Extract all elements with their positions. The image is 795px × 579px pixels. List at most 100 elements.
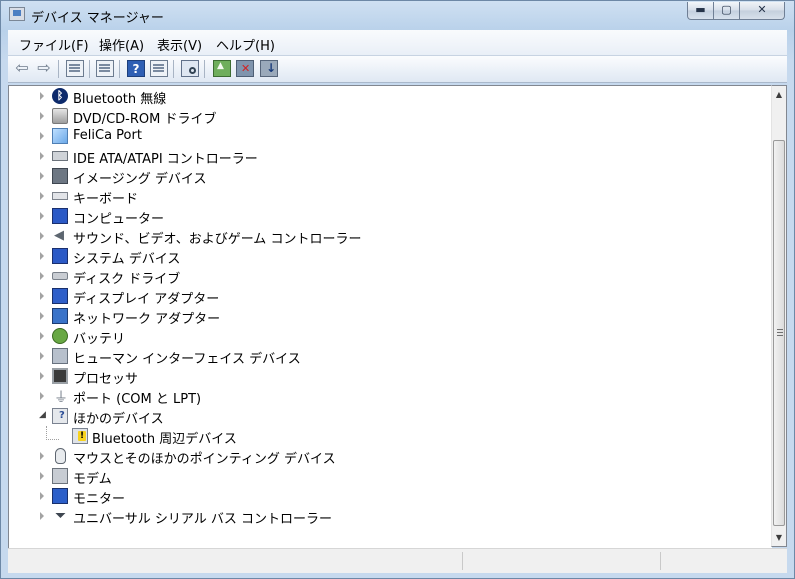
expand-arrow-icon[interactable]	[40, 452, 44, 460]
port-icon	[52, 387, 68, 407]
ide-controller-icon	[52, 151, 68, 161]
keyboard-icon	[52, 192, 68, 200]
tree-item-processor[interactable]: プロセッサ	[9, 366, 769, 387]
menu-bar: ファイル(F) 操作(A) 表示(V) ヘルプ(H)	[8, 30, 787, 56]
tree-item-label: Bluetooth 周辺デバイス	[92, 432, 237, 447]
tree-item-label: コンピューター	[73, 212, 165, 227]
tree-item-label: FeliCa Port	[73, 128, 142, 143]
scroll-up-arrow-icon[interactable]: ▲	[772, 86, 786, 103]
status-bar	[8, 548, 787, 573]
menu-action[interactable]: 操作(A)	[99, 35, 144, 54]
bluetooth-icon: ᛒ	[52, 88, 68, 104]
tree-item-sound[interactable]: サウンド、ビデオ、およびゲーム コントローラー	[9, 226, 769, 247]
maximize-button[interactable]: ▢	[713, 2, 740, 20]
scroll-thumb[interactable]	[773, 140, 785, 526]
expand-arrow-icon[interactable]	[40, 152, 44, 160]
expand-arrow-icon[interactable]	[40, 252, 44, 260]
tree-item-usb[interactable]: ユニバーサル シリアル バス コントローラー	[9, 506, 769, 527]
expand-arrow-icon[interactable]	[40, 132, 44, 140]
tree-item-label: サウンド、ビデオ、およびゲーム コントローラー	[73, 232, 362, 247]
uninstall-device-icon[interactable]	[260, 60, 278, 77]
expand-arrow-icon[interactable]	[40, 232, 44, 240]
expand-arrow-icon[interactable]	[40, 492, 44, 500]
expand-arrow-icon[interactable]	[40, 172, 44, 180]
toolbar-separator	[89, 60, 90, 78]
tree-item-network[interactable]: ネットワーク アダプター	[9, 306, 769, 327]
battery-icon	[52, 328, 68, 344]
device-manager-icon	[9, 7, 25, 21]
properties-icon[interactable]	[96, 60, 114, 77]
menu-view[interactable]: 表示(V)	[157, 35, 202, 54]
modem-icon	[52, 468, 68, 484]
other-devices-icon	[52, 408, 68, 424]
forward-icon[interactable]: ⇨	[35, 60, 53, 77]
tree-item-keyboard[interactable]: キーボード	[9, 186, 769, 207]
tree-item-display[interactable]: ディスプレイ アダプター	[9, 286, 769, 307]
tree-item-ide[interactable]: IDE ATA/ATAPI コントローラー	[9, 146, 769, 167]
processor-icon	[52, 368, 68, 384]
collapse-arrow-icon[interactable]: ◢	[39, 410, 46, 420]
toolbar-separator	[58, 60, 59, 78]
window-title: デバイス マネージャー	[31, 11, 164, 26]
tree-item-label: Bluetooth 無線	[73, 92, 167, 107]
expand-arrow-icon[interactable]	[40, 272, 44, 280]
monitor-icon	[52, 488, 68, 504]
mouse-icon	[55, 448, 66, 464]
back-icon[interactable]: ⇦	[13, 60, 31, 77]
expand-arrow-icon[interactable]	[40, 312, 44, 320]
expand-arrow-icon[interactable]	[40, 472, 44, 480]
tree-item-label: ヒューマン インターフェイス デバイス	[73, 352, 301, 367]
tree-item-label: イメージング デバイス	[73, 172, 207, 187]
scroll-grip-icon	[777, 329, 783, 336]
system-device-icon	[52, 248, 68, 264]
dvd-drive-icon	[52, 108, 68, 124]
menu-file[interactable]: ファイル(F)	[19, 35, 89, 54]
show-hide-console-tree-icon[interactable]	[66, 60, 84, 77]
device-tree[interactable]: ᛒ Bluetooth 無線 DVD/CD-ROM ドライブ FeliCa Po…	[8, 85, 772, 549]
computer-icon	[52, 208, 68, 224]
expand-arrow-icon[interactable]	[40, 192, 44, 200]
tree-item-modem[interactable]: モデム	[9, 466, 769, 487]
vertical-scrollbar[interactable]: ▲ ▼	[771, 85, 787, 547]
tree-item-mouse[interactable]: マウスとそのほかのポインティング デバイス	[9, 446, 769, 467]
tree-item-monitor[interactable]: モニター	[9, 486, 769, 507]
toolbar-separator	[204, 60, 205, 78]
hid-icon	[52, 348, 68, 364]
expand-arrow-icon[interactable]	[40, 392, 44, 400]
tree-item-label: プロセッサ	[73, 372, 139, 387]
tree-item-imaging[interactable]: イメージング デバイス	[9, 166, 769, 187]
title-bar[interactable]: デバイス マネージャー ▬ ▢ ✕	[1, 1, 794, 29]
expand-arrow-icon[interactable]	[40, 512, 44, 520]
help-icon[interactable]: ?	[127, 60, 145, 77]
tree-item-ports[interactable]: ポート (COM と LPT)	[9, 386, 769, 407]
expand-arrow-icon[interactable]	[40, 332, 44, 340]
expand-arrow-icon[interactable]	[40, 372, 44, 380]
view-icon[interactable]	[150, 60, 168, 77]
toolbar-separator	[173, 60, 174, 78]
expand-arrow-icon[interactable]	[40, 292, 44, 300]
expand-arrow-icon[interactable]	[40, 212, 44, 220]
disk-drive-icon	[52, 272, 68, 280]
disable-device-icon[interactable]	[236, 60, 254, 77]
expand-arrow-icon[interactable]	[40, 92, 44, 100]
tree-item-bluetooth-peripheral[interactable]: Bluetooth 周辺デバイス	[9, 426, 769, 447]
tree-item-computer[interactable]: コンピューター	[9, 206, 769, 227]
tree-item-hid[interactable]: ヒューマン インターフェイス デバイス	[9, 346, 769, 367]
update-driver-icon[interactable]	[213, 60, 231, 77]
tree-item-label: DVD/CD-ROM ドライブ	[73, 112, 217, 127]
tree-item-bluetooth[interactable]: ᛒ Bluetooth 無線	[9, 86, 769, 107]
expand-arrow-icon[interactable]	[40, 112, 44, 120]
expand-arrow-icon[interactable]	[40, 352, 44, 360]
menu-help[interactable]: ヘルプ(H)	[216, 35, 275, 54]
scan-hardware-icon[interactable]	[181, 60, 199, 77]
close-button[interactable]: ✕	[739, 2, 785, 20]
tree-item-system[interactable]: システム デバイス	[9, 246, 769, 267]
tree-item-battery[interactable]: バッテリ	[9, 326, 769, 347]
tree-item-disk[interactable]: ディスク ドライブ	[9, 266, 769, 287]
tree-item-label: モデム	[73, 472, 112, 487]
tree-item-other-devices[interactable]: ◢ ほかのデバイス	[9, 406, 769, 427]
tree-item-felica[interactable]: FeliCa Port	[9, 126, 769, 146]
tree-item-dvd[interactable]: DVD/CD-ROM ドライブ	[9, 106, 769, 127]
scroll-down-arrow-icon[interactable]: ▼	[772, 529, 786, 546]
minimize-button[interactable]: ▬	[687, 2, 714, 20]
